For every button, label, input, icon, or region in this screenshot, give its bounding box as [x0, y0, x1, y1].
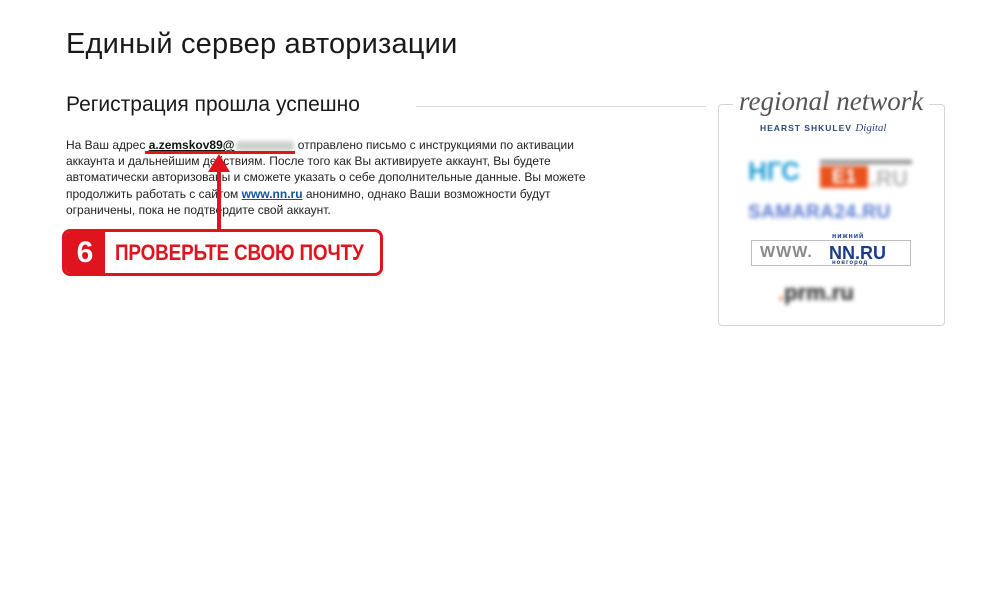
nn-logo-top: нижний [832, 233, 865, 240]
section-title: Регистрация прошла успешно [66, 93, 360, 116]
network-title: regional network [733, 86, 930, 117]
e1-logo-bar [820, 160, 912, 164]
prm-logo-main: prm.ru [784, 280, 854, 305]
ngs-logo[interactable]: НГС [748, 156, 800, 187]
nn-logo-www: WWW. [760, 244, 813, 261]
message-prefix: На Ваш адрес [66, 138, 146, 152]
registration-message: На Ваш адрес a.zemskov89@ отправлено пис… [66, 137, 611, 218]
samara24-logo[interactable]: SAMARA24.RU [748, 202, 891, 224]
e1-logo-box: E1 [820, 166, 868, 188]
e1-logo[interactable]: E1 .RU [820, 160, 912, 191]
site-link[interactable]: www.nn.ru [242, 187, 303, 201]
e1-logo-ru: .RU [870, 166, 908, 191]
step-callout: 6 ПРОВЕРЬТЕ СВОЮ ПОЧТУ [62, 229, 383, 276]
nn-logo[interactable]: нижний WWW. NN.RU новгород [751, 233, 911, 266]
step-number-badge: 6 [65, 232, 105, 273]
title-divider [416, 106, 706, 107]
prm-logo[interactable]: .prm.ru [778, 280, 854, 306]
network-subtitle-main: HEARST SHKULEV [760, 123, 852, 133]
network-subtitle-digital: Digital [855, 122, 887, 134]
email-address: a.zemskov89@ [148, 138, 235, 152]
page-title: Единый сервер авторизации [66, 28, 458, 60]
nn-logo-bottom: новгород [832, 260, 869, 266]
step-instruction: ПРОВЕРЬТЕ СВОЮ ПОЧТУ [115, 239, 364, 265]
arrow-shaft [217, 170, 221, 232]
network-subtitle: HEARST SHKULEV Digital [760, 122, 886, 134]
email-domain-redacted [236, 140, 295, 151]
